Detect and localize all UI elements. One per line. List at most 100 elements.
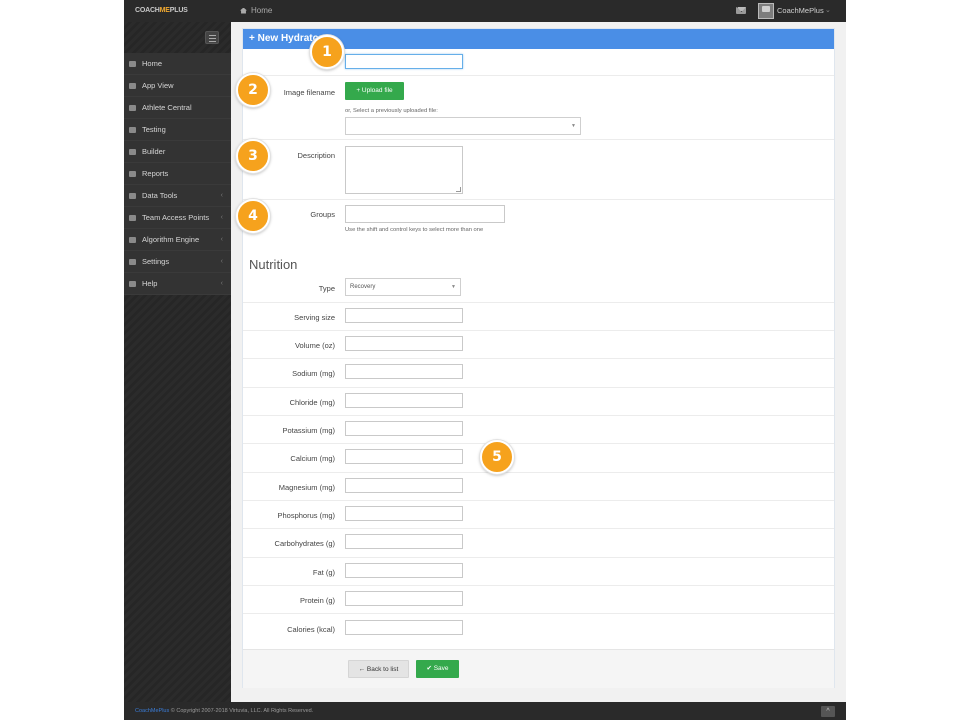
magnesium-row: Magnesium (mg) <box>243 473 834 501</box>
chevron-left-icon: ‹ <box>220 192 223 199</box>
chevron-left-icon: ‹ <box>220 258 223 265</box>
mail-icon[interactable] <box>736 7 746 14</box>
description-textarea[interactable] <box>345 146 463 194</box>
field-label: Serving size <box>294 313 335 322</box>
sidebar-item-label: Builder <box>142 147 166 156</box>
question-circle-icon <box>129 281 136 287</box>
type-select[interactable]: Recovery ▼ <box>345 278 461 296</box>
volume-input[interactable] <box>345 336 463 351</box>
sidebar-item-team-access-points[interactable]: Team Access Points ‹ <box>124 207 231 229</box>
image-row: Image filename + Upload file or, Select … <box>243 76 834 140</box>
field-label: Calories (kcal) <box>287 625 335 634</box>
calendar-icon <box>129 149 136 155</box>
field-label: Carbohydrates (g) <box>274 539 335 548</box>
annotation-marker-1: 1 <box>310 35 344 69</box>
sidebar-item-label: Data Tools <box>142 191 178 200</box>
sidebar-menu: Home App View Athlete Central Testing Bu… <box>124 53 231 295</box>
sidebar-item-builder[interactable]: Builder <box>124 141 231 163</box>
annotation-marker-3: 3 <box>236 139 270 173</box>
sidebar-item-label: Settings <box>142 257 170 266</box>
save-button[interactable]: ✔ Save <box>416 660 459 678</box>
field-label: Magnesium (mg) <box>278 483 335 492</box>
type-label: Type <box>318 284 335 293</box>
chevron-down-icon[interactable]: ⌄ <box>825 6 831 14</box>
type-select-value: Recovery <box>350 284 376 290</box>
user-avatar[interactable] <box>758 3 774 19</box>
annotation-marker-2: 2 <box>236 73 270 107</box>
sidebar-item-settings[interactable]: Settings ‹ <box>124 251 231 273</box>
field-label: Chloride (mg) <box>289 398 335 407</box>
sidebar-item-label: Help <box>142 279 158 288</box>
name-input[interactable] <box>345 54 463 69</box>
table-icon <box>129 193 136 199</box>
potassium-row: Potassium (mg) <box>243 416 834 444</box>
sidebar-item-label: App View <box>142 81 174 90</box>
select-uploaded-help: or, Select a previously uploaded file: <box>345 108 438 114</box>
footer-copyright: © Copyright 2007-2018 Virtuvia, LLC. All… <box>169 708 314 714</box>
field-label: Protein (g) <box>299 596 335 605</box>
edit-icon <box>129 127 136 133</box>
field-label: Sodium (mg) <box>292 369 335 378</box>
hamburger-icon <box>209 41 216 42</box>
serving-size-input[interactable] <box>345 308 463 323</box>
chloride-input[interactable] <box>345 393 463 408</box>
serving-size-row: Serving size <box>243 303 834 331</box>
footer-link[interactable]: CoachMePlus <box>135 708 169 714</box>
chevron-down-icon: ▼ <box>571 123 576 129</box>
sidebar-item-help[interactable]: Help ‹ <box>124 273 231 295</box>
sidebar-item-app-view[interactable]: App View <box>124 75 231 97</box>
potassium-input[interactable] <box>345 421 463 436</box>
carbohydrates-input[interactable] <box>345 534 463 549</box>
brand-logo[interactable]: COACHMEPLUS <box>124 0 231 22</box>
sidebar-toggle-button[interactable] <box>205 31 219 44</box>
groups-row: Groups Use the shift and control keys to… <box>243 200 834 242</box>
scroll-to-top-button[interactable]: ^ <box>821 706 835 717</box>
sidebar-item-testing[interactable]: Testing <box>124 119 231 141</box>
sodium-input[interactable] <box>345 364 463 379</box>
sidebar-item-home[interactable]: Home <box>124 53 231 75</box>
sidebar-item-reports[interactable]: Reports <box>124 163 231 185</box>
annotation-marker-4: 4 <box>236 199 270 233</box>
sidebar-item-label: Algorithm Engine <box>142 235 200 244</box>
sidebar-item-label: Home <box>142 59 163 68</box>
field-label: Potassium (mg) <box>282 426 335 435</box>
protein-input[interactable] <box>345 591 463 606</box>
fat-input[interactable] <box>345 563 463 578</box>
form-actions: ← Back to list ✔ Save <box>243 649 834 688</box>
app-window: COACHMEPLUS Home CoachMePlus ⌄ Home App … <box>124 0 846 720</box>
phosphorus-input[interactable] <box>345 506 463 521</box>
carbohydrates-row: Carbohydrates (g) <box>243 529 834 558</box>
description-row: Description <box>243 140 834 200</box>
sidebar-item-athlete-central[interactable]: Athlete Central <box>124 97 231 119</box>
sidebar-item-label: Team Access Points <box>142 213 210 222</box>
type-row: Type Recovery ▼ <box>243 275 834 303</box>
upload-file-button[interactable]: + Upload file <box>345 82 404 100</box>
chevron-left-icon: ‹ <box>220 214 223 221</box>
groups-help: Use the shift and control keys to select… <box>345 227 484 233</box>
field-label: Volume (oz) <box>294 341 335 350</box>
magnesium-input[interactable] <box>345 478 463 493</box>
clock-icon <box>129 215 136 221</box>
new-hydrator-panel: + New Hydrator Image filename + Upload f… <box>242 28 835 688</box>
sidebar-item-label: Reports <box>142 169 169 178</box>
nutrition-heading: Nutrition <box>249 257 298 272</box>
calcium-input[interactable] <box>345 449 463 464</box>
calories-input[interactable] <box>345 620 463 635</box>
breadcrumb[interactable]: Home <box>240 0 272 22</box>
bar-chart-icon <box>129 171 136 177</box>
sidebar: Home App View Athlete Central Testing Bu… <box>124 22 231 702</box>
calcium-row: Calcium (mg) <box>243 444 834 473</box>
hamburger-icon <box>209 35 216 36</box>
groups-select[interactable] <box>345 205 505 223</box>
back-to-list-button[interactable]: ← Back to list <box>348 660 409 678</box>
users-icon <box>129 105 136 111</box>
sidebar-item-algorithm-engine[interactable]: Algorithm Engine ‹ <box>124 229 231 251</box>
user-menu-name[interactable]: CoachMePlus <box>777 0 824 22</box>
protein-row: Protein (g) <box>243 586 834 614</box>
page-footer: CoachMePlus © Copyright 2007-2018 Virtuv… <box>124 702 846 720</box>
chevron-left-icon: ‹ <box>220 236 223 243</box>
breadcrumb-home[interactable]: Home <box>251 6 272 15</box>
uploaded-file-select[interactable]: ▼ <box>345 117 581 135</box>
sidebar-item-data-tools[interactable]: Data Tools ‹ <box>124 185 231 207</box>
sidebar-item-label: Athlete Central <box>142 103 192 112</box>
